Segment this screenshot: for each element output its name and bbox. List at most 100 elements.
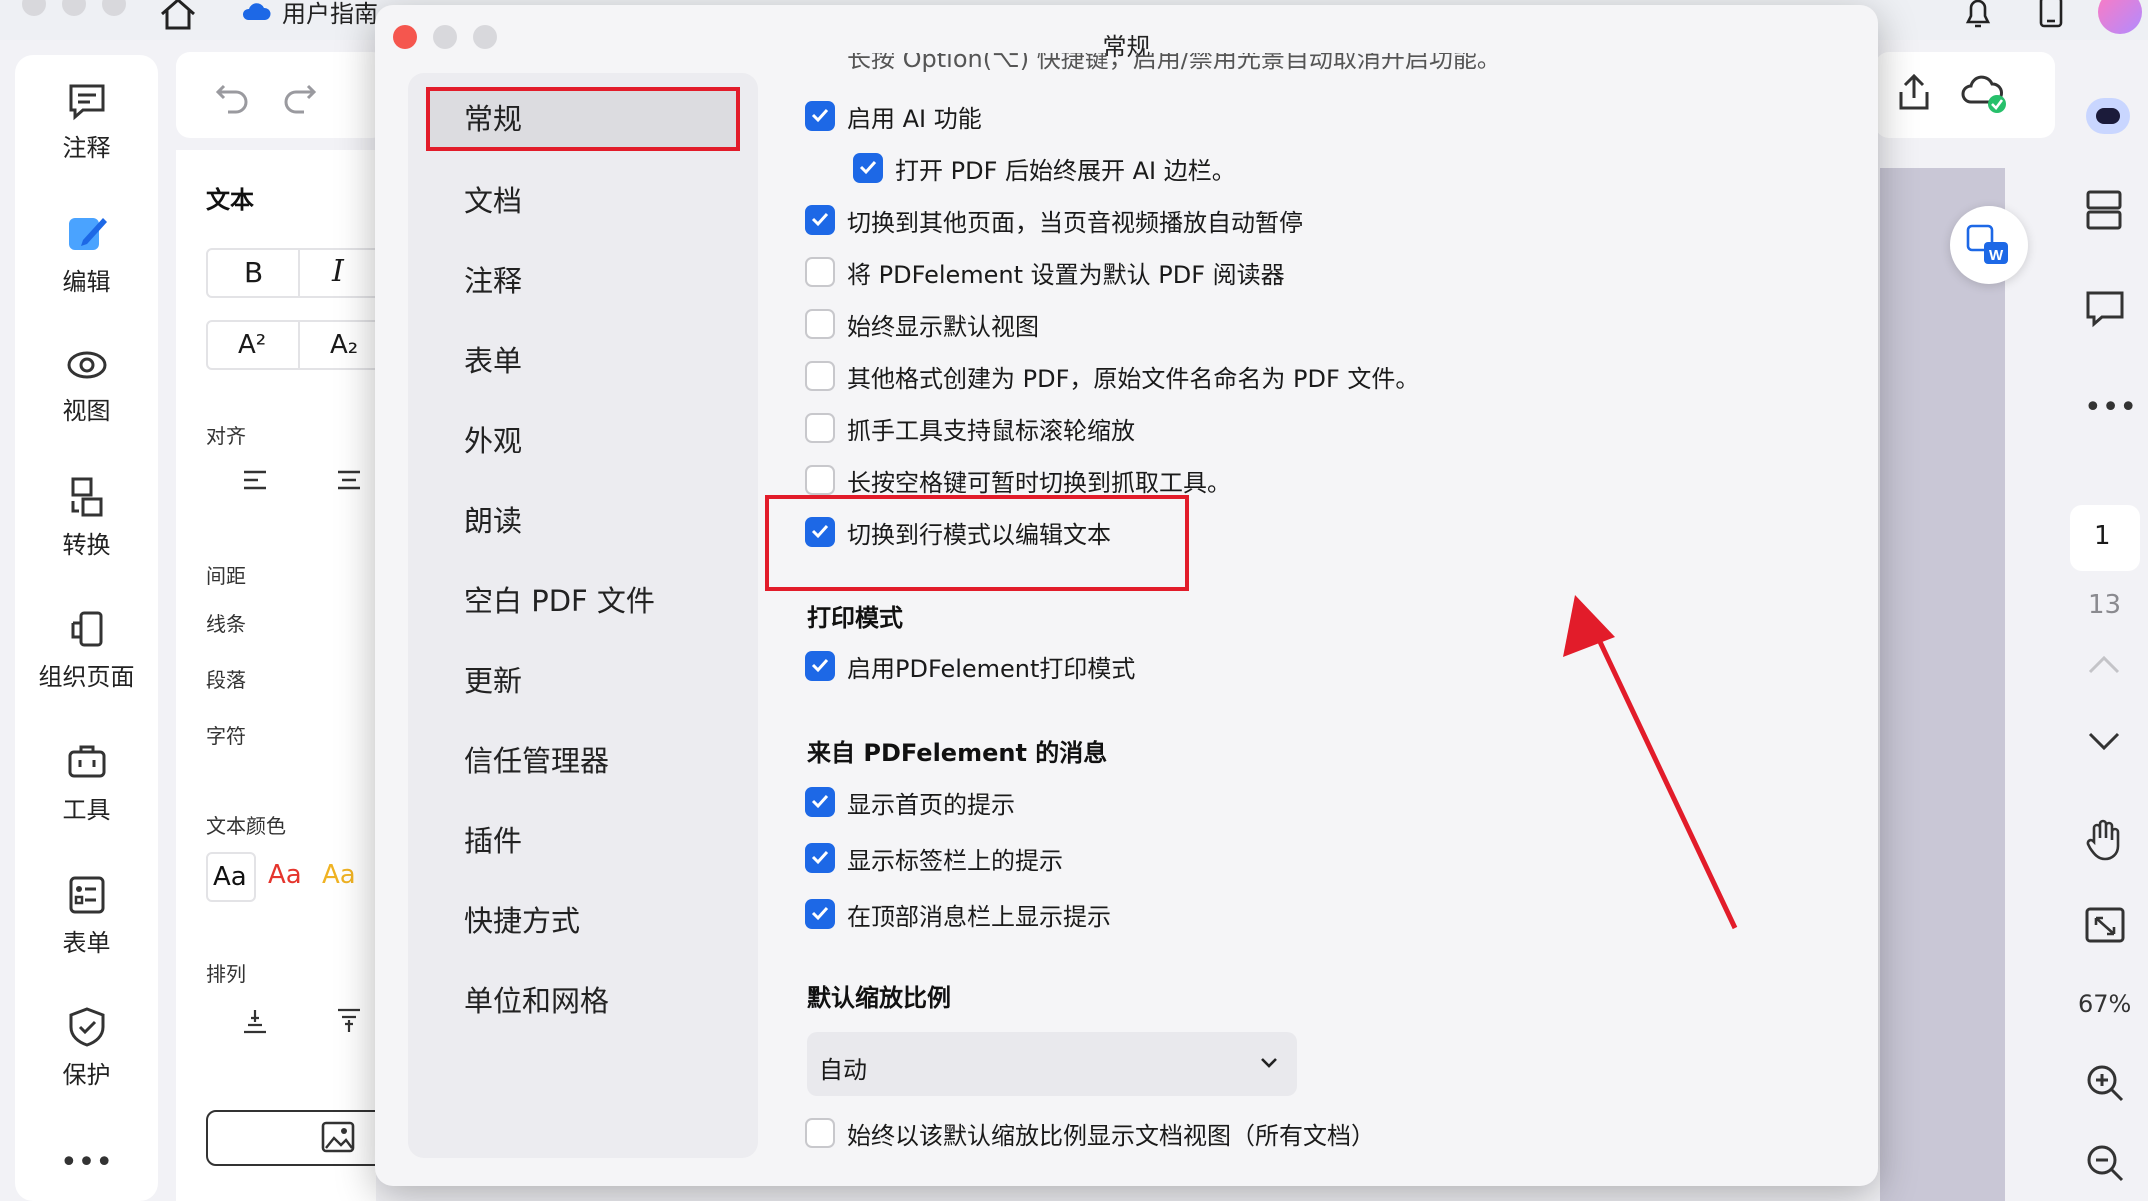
avatar[interactable] xyxy=(2098,0,2142,34)
section-messages: 来自 PDFelement 的消息 xyxy=(807,739,1108,767)
subscript-button[interactable]: A₂ xyxy=(330,330,358,360)
nav-item-update[interactable]: 更新 xyxy=(426,649,740,713)
rail-item-tools[interactable]: 工具 xyxy=(15,740,158,825)
chevron-down-icon xyxy=(1261,1058,1277,1068)
color-sample-text: Aa xyxy=(213,862,247,892)
nav-item-trust-manager[interactable]: 信任管理器 xyxy=(426,729,740,793)
current-page: 1 xyxy=(2094,521,2111,551)
more-button[interactable]: ••• xyxy=(15,1145,158,1180)
align-center-icon[interactable] xyxy=(336,468,362,492)
rail-label: 工具 xyxy=(62,796,111,824)
align-left-icon[interactable] xyxy=(242,468,268,492)
insert-image-button[interactable] xyxy=(206,1110,390,1166)
rail-item-organize[interactable]: 组织页面 xyxy=(15,607,158,692)
option-enable-ai[interactable]: 启用 AI 功能 xyxy=(805,98,982,134)
rail-item-form[interactable]: 表单 xyxy=(15,873,158,958)
comment-icon xyxy=(69,84,104,121)
checkbox-unchecked[interactable] xyxy=(805,1118,835,1148)
fit-page-icon[interactable] xyxy=(2084,906,2126,946)
color-swatch-red[interactable]: Aa xyxy=(268,860,302,890)
bell-icon[interactable] xyxy=(1960,0,1996,30)
checkbox-unchecked[interactable] xyxy=(805,465,835,495)
current-page-box[interactable]: 1 xyxy=(2070,505,2140,571)
checkbox-unchecked[interactable] xyxy=(805,257,835,287)
text-properties-panel: 文本 B I A² A₂ 对齐 间距 线条 段落 字符 文本颜色 Aa Aa A… xyxy=(176,150,390,1201)
checkbox-unchecked[interactable] xyxy=(805,309,835,339)
option-label: 打开 PDF 后始终展开 AI 边栏。 xyxy=(895,156,1236,185)
nav-item-annotation[interactable]: 注释 xyxy=(426,249,740,313)
more-options-icon[interactable]: ••• xyxy=(2084,390,2137,425)
option-print-mode[interactable]: 启用PDFelement打印模式 xyxy=(805,648,1135,684)
redo-icon[interactable] xyxy=(280,76,320,116)
nav-item-document[interactable]: 文档 xyxy=(426,169,740,233)
checkbox-checked[interactable] xyxy=(805,843,835,873)
rail-item-view[interactable]: 视图 xyxy=(15,345,158,426)
checkbox-unchecked[interactable] xyxy=(805,361,835,391)
option-pause-media[interactable]: 切换到其他页面，当页音视频播放自动暂停 xyxy=(805,202,1303,238)
nav-item-appearance[interactable]: 外观 xyxy=(426,409,740,473)
document-tab[interactable]: 用户指南 xyxy=(230,0,380,28)
cloud-sync-icon[interactable] xyxy=(1961,72,2011,116)
bold-button[interactable]: B xyxy=(244,256,263,289)
rail-item-protect[interactable]: 保护 xyxy=(15,1005,158,1090)
option-home-tips[interactable]: 显示首页的提示 xyxy=(805,784,1015,820)
rail-item-edit[interactable]: 编辑 xyxy=(15,212,158,297)
page-layout-icon[interactable] xyxy=(2084,188,2124,232)
translate-word-button[interactable]: W xyxy=(1950,206,2028,284)
arrange-top-icon[interactable] xyxy=(336,1008,362,1034)
nav-item-units-grid[interactable]: 单位和网格 xyxy=(426,969,740,1033)
option-hand-tool-zoom[interactable]: 抓手工具支持鼠标滚轮缩放 xyxy=(805,410,1135,446)
translate-icon: W xyxy=(1966,224,2008,264)
checkbox-checked[interactable] xyxy=(805,101,835,131)
option-default-view[interactable]: 始终显示默认视图 xyxy=(805,306,1039,342)
rail-item-convert[interactable]: 转换 xyxy=(15,475,158,560)
right-rail: ••• 1 13 67% xyxy=(2062,150,2148,1201)
checkbox-checked[interactable] xyxy=(805,205,835,235)
comment-panel-icon[interactable] xyxy=(2084,288,2126,330)
page-down-icon[interactable] xyxy=(2084,728,2124,756)
arrange-label: 排列 xyxy=(206,962,246,986)
option-apply-zoom-all[interactable]: 始终以该默认缩放比例显示文档视图（所有文档） xyxy=(805,1115,1375,1151)
checkbox-checked[interactable] xyxy=(805,651,835,681)
checkmark-icon xyxy=(811,850,829,865)
tab-label: 用户指南 xyxy=(282,0,378,28)
toolbox-icon xyxy=(68,745,105,778)
zoom-in-icon[interactable] xyxy=(2084,1062,2126,1104)
zoom-out-icon[interactable] xyxy=(2084,1142,2126,1184)
nav-item-plugins[interactable]: 插件 xyxy=(426,809,740,873)
home-icon[interactable] xyxy=(158,0,198,32)
option-tab-tips[interactable]: 显示标签栏上的提示 xyxy=(805,840,1063,876)
option-expand-ai-sidebar[interactable]: 打开 PDF 后始终展开 AI 边栏。 xyxy=(853,150,1236,186)
form-icon xyxy=(69,876,104,914)
ai-assistant-icon[interactable] xyxy=(2086,98,2130,134)
undo-icon[interactable] xyxy=(212,76,252,116)
color-swatch-yellow[interactable]: Aa xyxy=(322,860,356,890)
nav-item-shortcuts[interactable]: 快捷方式 xyxy=(426,889,740,953)
option-label: 启用PDFelement打印模式 xyxy=(847,654,1136,683)
nav-item-read-aloud[interactable]: 朗读 xyxy=(426,489,740,553)
option-default-reader[interactable]: 将 PDFelement 设置为默认 PDF 阅读器 xyxy=(805,254,1285,290)
checkbox-checked[interactable] xyxy=(853,153,883,183)
option-create-pdf-name[interactable]: 其他格式创建为 PDF，原始文件名命名为 PDF 文件。 xyxy=(805,358,1419,394)
page-up-icon[interactable] xyxy=(2084,650,2124,678)
hand-tool-icon[interactable] xyxy=(2084,818,2124,862)
share-upload-icon[interactable] xyxy=(1893,72,1935,114)
nav-item-blank-pdf[interactable]: 空白 PDF 文件 xyxy=(426,569,740,633)
checkbox-unchecked[interactable] xyxy=(805,413,835,443)
paragraph-spacing-label: 段落 xyxy=(206,668,246,692)
option-space-hand-tool[interactable]: 长按空格键可暂时切换到抓取工具。 xyxy=(805,462,1231,498)
organize-pages-icon xyxy=(71,611,102,647)
device-icon[interactable] xyxy=(2036,0,2066,30)
nav-item-form[interactable]: 表单 xyxy=(426,329,740,393)
option-message-bar-tips[interactable]: 在顶部消息栏上显示提示 xyxy=(805,896,1111,932)
checkbox-checked[interactable] xyxy=(805,899,835,929)
default-zoom-select[interactable]: 自动 xyxy=(807,1032,1297,1096)
superscript-button[interactable]: A² xyxy=(238,330,266,360)
italic-button[interactable]: I xyxy=(332,254,344,289)
checkbox-checked[interactable] xyxy=(805,787,835,817)
nav-item-general[interactable]: 常规 xyxy=(426,87,740,151)
rail-item-comment[interactable]: 注释 xyxy=(15,80,158,163)
arrange-bottom-icon[interactable] xyxy=(242,1008,268,1034)
color-swatch-black[interactable]: Aa xyxy=(206,852,256,902)
option-label: 始终以该默认缩放比例显示文档视图（所有文档） xyxy=(847,1121,1375,1150)
